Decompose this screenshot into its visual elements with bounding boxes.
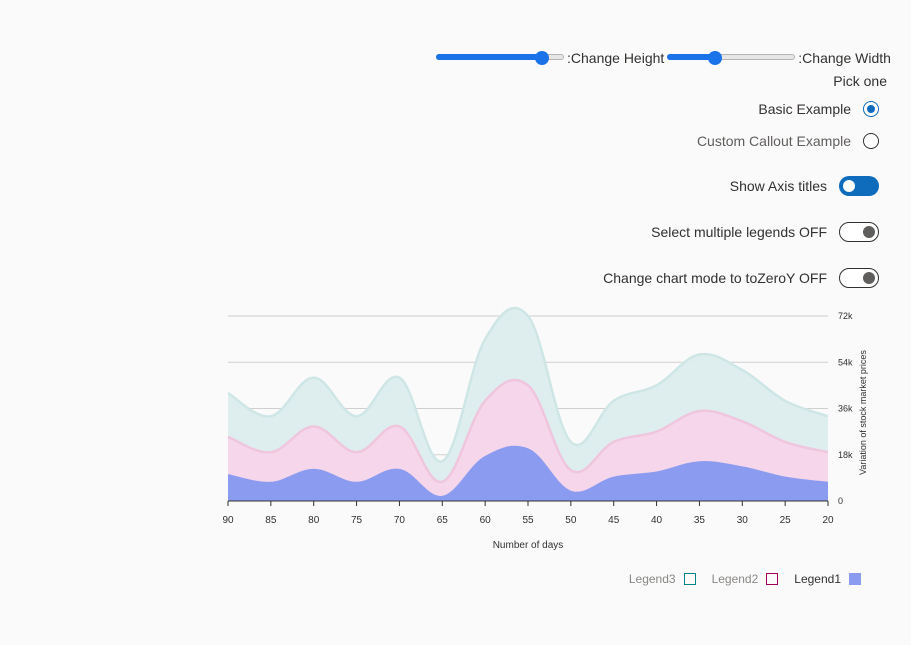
x-axis-title: Number of days — [493, 540, 564, 551]
radio-custom-callout-example-circle[interactable] — [863, 133, 879, 149]
toggle-select-multiple-legends-switch[interactable] — [839, 222, 879, 242]
legend-swatch — [766, 573, 779, 585]
x-tick-label: 85 — [265, 515, 277, 526]
height-slider-label: :Change Height — [567, 50, 665, 66]
legend-swatch — [683, 573, 696, 585]
height-slider-thumb[interactable] — [535, 51, 550, 65]
legend-label: Legend3 — [628, 572, 676, 586]
radio-basic-example-label: Basic Example — [758, 101, 851, 117]
x-tick-label: 80 — [308, 515, 320, 526]
x-tick-label: 55 — [522, 515, 534, 526]
y-tick-label: 0 — [838, 496, 843, 506]
toggle-show-axis-titles-label: Show Axis titles — [729, 178, 827, 194]
legend-label: Legend2 — [711, 572, 759, 586]
slider-row: :Change Height :Change Width — [436, 48, 894, 68]
area-layer — [227, 306, 829, 501]
y-tick-label: 72k — [838, 311, 853, 321]
legend-item-legend1[interactable]: Legend1 — [794, 572, 861, 586]
y-tick-label: 18k — [838, 450, 853, 460]
y-axis-title: Variation of stock market prices — [858, 350, 868, 475]
legend-item-legend2[interactable]: Legend2 — [712, 572, 779, 586]
toggle-show-axis-titles-switch[interactable] — [839, 176, 879, 196]
toggle-chart-mode-label: Change chart mode to toZeroY OFF — [603, 270, 827, 286]
radio-custom-callout-example-label: Custom Callout Example — [696, 133, 851, 149]
toggle-chart-mode-switch[interactable] — [839, 268, 879, 288]
height-slider-fill — [436, 54, 543, 60]
x-tick-label: 75 — [351, 515, 363, 526]
y-tick-label: 36k — [838, 404, 853, 414]
width-slider[interactable] — [667, 48, 796, 68]
x-tick-label: 40 — [651, 515, 663, 526]
x-tick-label: 60 — [480, 515, 492, 526]
x-tick-label: 35 — [694, 515, 706, 526]
x-tick-label: 25 — [780, 515, 792, 526]
toggle-chart-mode[interactable]: Change chart mode to toZeroY OFF — [603, 268, 879, 288]
width-slider-thumb[interactable] — [707, 51, 722, 65]
x-tick-label: 90 — [222, 515, 234, 526]
radio-basic-example[interactable]: Basic Example — [758, 101, 879, 117]
height-slider[interactable] — [436, 48, 564, 68]
legend-swatch — [849, 573, 861, 585]
width-slider-label: :Change Width — [798, 50, 891, 66]
x-tick-label: 65 — [437, 515, 449, 526]
legend-item-legend3[interactable]: Legend3 — [629, 572, 696, 586]
x-tick-label: 70 — [394, 515, 406, 526]
y-tick-label: 54k — [838, 357, 853, 367]
radio-basic-example-circle[interactable] — [863, 101, 879, 117]
x-tick-label: 45 — [608, 515, 620, 526]
x-tick-label: 20 — [822, 515, 834, 526]
x-tick-label: 50 — [565, 515, 577, 526]
area-chart: 0 18k 36k 54k 72k 90 85 80 75 70 65 60 55 50 45 40 35 30 2… — [222, 306, 868, 551]
toggle-knob — [863, 272, 875, 284]
radio-custom-callout-example[interactable]: Custom Callout Example — [697, 133, 879, 149]
toggle-knob — [863, 226, 875, 238]
toggle-knob — [843, 180, 855, 192]
legend-label: Legend1 — [794, 572, 841, 586]
toggle-select-multiple-legends-label: Select multiple legends OFF — [651, 224, 827, 240]
pick-one-label: Pick one — [833, 73, 887, 89]
x-tick-label: 30 — [737, 515, 749, 526]
toggle-show-axis-titles[interactable]: Show Axis titles — [730, 176, 879, 196]
toggle-select-multiple-legends[interactable]: Select multiple legends OFF — [651, 222, 879, 242]
chart-legend: Legend3 Legend2 Legend1 — [613, 572, 861, 586]
